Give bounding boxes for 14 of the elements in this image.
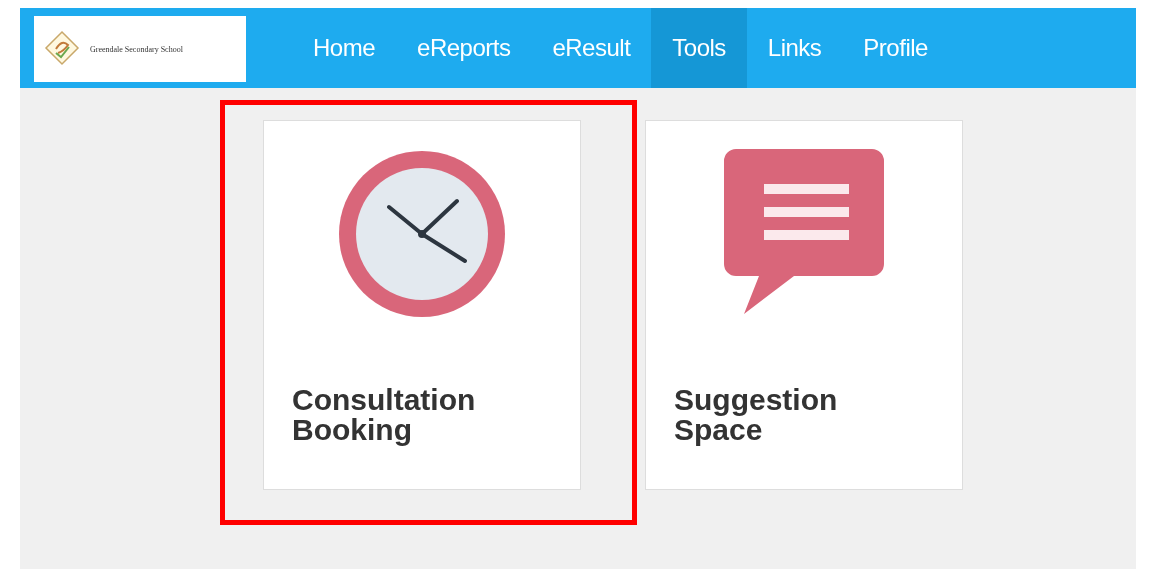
school-logo[interactable]: Greendale Secondary School bbox=[34, 16, 246, 82]
nav-tab[interactable]: Tools bbox=[651, 8, 747, 88]
tile-title: Suggestion Space bbox=[674, 385, 839, 445]
nav-tab[interactable]: eReports bbox=[396, 8, 532, 88]
tile-title: Consultation Booking bbox=[292, 385, 477, 445]
chat-bubble-icon bbox=[724, 149, 884, 314]
nav-tab[interactable]: Home bbox=[292, 8, 397, 88]
nav-tab[interactable]: Links bbox=[746, 8, 843, 88]
nav-tab[interactable]: eResult bbox=[531, 8, 652, 88]
nav-tab[interactable]: Profile bbox=[842, 8, 949, 88]
tool-tile[interactable]: Suggestion Space bbox=[645, 120, 963, 490]
school-name: Greendale Secondary School bbox=[90, 44, 183, 54]
tool-tile[interactable]: Consultation Booking bbox=[263, 120, 581, 490]
clock-icon bbox=[337, 149, 507, 319]
